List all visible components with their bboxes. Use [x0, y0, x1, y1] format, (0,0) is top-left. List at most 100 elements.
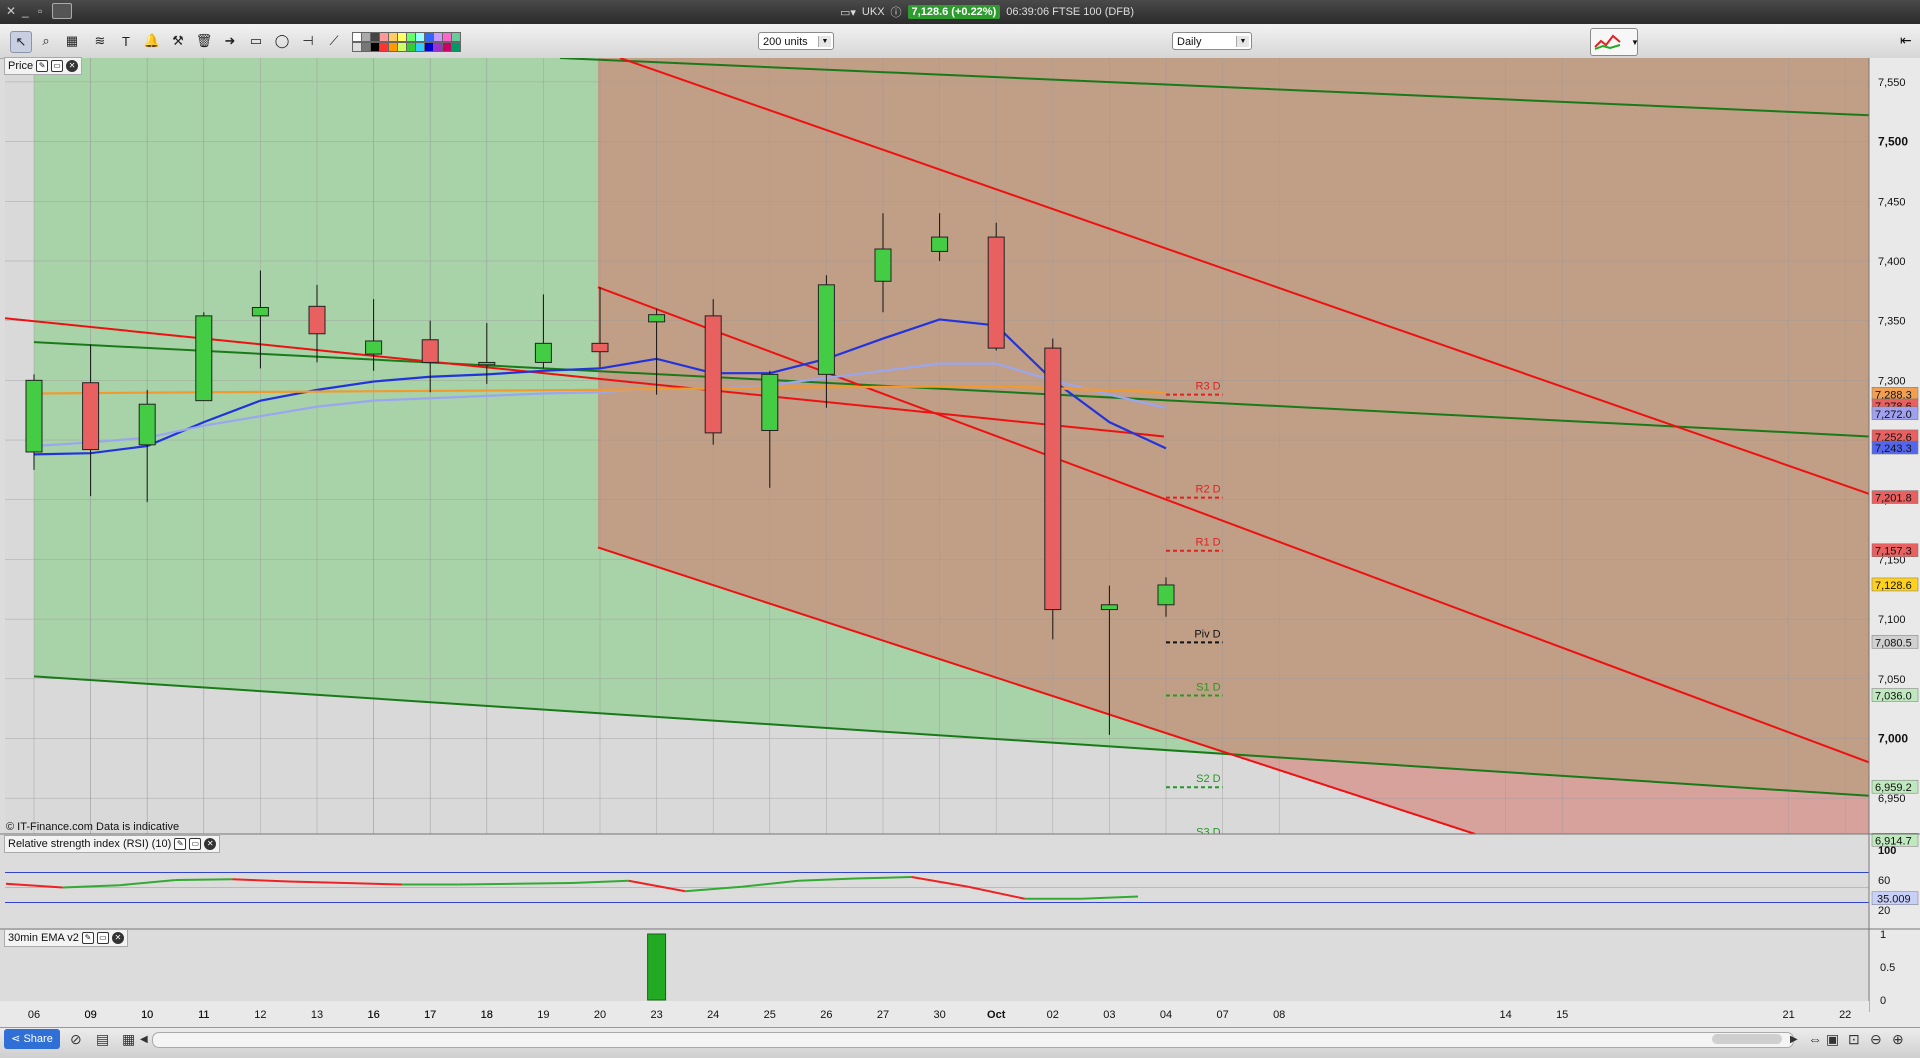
candle-body[interactable] — [138, 403, 156, 446]
price-tick-label: 7,300 — [1878, 375, 1906, 387]
axis-value-label: 7,128.6 — [1875, 580, 1912, 592]
ema-indicator-panel[interactable] — [5, 933, 1869, 1001]
pivot-label: R1 D — [1196, 537, 1221, 549]
candle-body[interactable] — [817, 284, 835, 375]
ema-indicator-bar[interactable] — [647, 933, 667, 1001]
fibonacci-tool-icon[interactable]: ≋ — [90, 31, 110, 51]
price-panel[interactable]: R3 D R2 D R1 D Piv D S1 D S2 D S3 D — [5, 58, 1869, 840]
time-tick-label: 22 — [1839, 1009, 1851, 1021]
interval-select[interactable]: Daily ▼ — [1172, 32, 1252, 50]
candle-body[interactable] — [25, 379, 43, 453]
trend-line-tool-icon[interactable]: ⟋ — [324, 31, 344, 51]
arrow-tool-icon[interactable]: ➜ — [220, 31, 240, 51]
rsi-tick-label: 100 — [1878, 845, 1896, 857]
detach-panel-icon[interactable]: ▭ — [189, 838, 202, 850]
candle-body[interactable] — [308, 305, 326, 335]
candle-body[interactable] — [931, 236, 949, 252]
info-icon[interactable]: ⓘ — [891, 4, 902, 20]
delete-tool-icon[interactable]: 🗑 — [194, 31, 214, 51]
timeline-scrollbar[interactable] — [152, 1032, 1794, 1048]
zoom-tool-icon[interactable]: ⌕ — [36, 31, 56, 51]
price-tick-label: 7,000 — [1878, 731, 1908, 745]
color-swatch[interactable] — [451, 32, 461, 42]
link-icon[interactable]: ⊘ — [70, 1031, 82, 1048]
rsi-segment — [458, 882, 516, 886]
pivot-label: Piv D — [1194, 628, 1220, 640]
pointer-tool-icon[interactable]: ↖ — [10, 31, 32, 53]
zoom-fit-icon[interactable]: ⊡ — [1848, 1031, 1860, 1048]
chart-settings-icon[interactable]: ▣ — [1826, 1031, 1839, 1048]
minimize-window-icon[interactable]: _ — [22, 4, 29, 18]
pivot-label: S1 D — [1196, 682, 1221, 694]
toggle-sidebar-icon[interactable]: ⇤ — [1900, 32, 1912, 49]
detach-panel-icon[interactable]: ▭ — [51, 60, 64, 72]
chart-area[interactable]: R3 D R2 D R1 D Piv D S1 D S2 D S3 D 7,550 7,500… — [0, 58, 1920, 1027]
time-tick-label: 18 — [481, 1009, 493, 1021]
candle-body[interactable] — [82, 382, 100, 451]
share-button[interactable]: ⋖ Share — [4, 1029, 60, 1049]
time-tick-label: 20 — [594, 1009, 606, 1021]
close-window-icon[interactable]: ✕ — [6, 4, 16, 18]
rsi-panel-title: Relative strength index (RSI) (10) — [8, 838, 172, 850]
candle-body[interactable] — [648, 314, 666, 323]
alert-bell-icon[interactable]: 🔔 — [142, 31, 162, 51]
wrench-icon[interactable]: ✎ — [81, 932, 94, 944]
close-panel-icon[interactable]: ✕ — [204, 838, 217, 850]
chevron-down-icon: ▼ — [1236, 36, 1249, 47]
zoom-out-icon[interactable]: ⊖ — [1870, 1031, 1882, 1048]
rectangle-tool-icon[interactable]: ▭ — [246, 31, 266, 51]
wrench-icon[interactable]: ✎ — [36, 60, 49, 72]
ema-panel-title: 30min EMA v2 — [8, 932, 79, 944]
candle-body[interactable] — [195, 315, 213, 402]
hammer-tool-icon[interactable]: ⚒ — [168, 31, 188, 51]
price-tick-label: 7,100 — [1878, 614, 1906, 626]
candle-body[interactable] — [1157, 584, 1175, 606]
axis-value-label: 7,157.3 — [1875, 546, 1912, 558]
time-tick-label: 12 — [254, 1009, 266, 1021]
pivot-label: S2 D — [1196, 773, 1221, 785]
detach-panel-icon[interactable]: ▭ — [96, 932, 109, 944]
candle-body[interactable] — [251, 307, 269, 317]
candle-body[interactable] — [1100, 604, 1118, 611]
scroll-left-icon[interactable]: ◀ — [140, 1034, 148, 1045]
time-tick-label: 17 — [424, 1009, 436, 1021]
candle-body[interactable] — [874, 248, 892, 282]
candle-body[interactable] — [761, 373, 779, 431]
close-panel-icon[interactable]: ✕ — [66, 60, 79, 72]
candle-body[interactable] — [987, 236, 1005, 349]
scroll-right-icon[interactable]: ▶ — [1790, 1034, 1798, 1045]
layout-icon[interactable]: ▤ — [96, 1031, 109, 1048]
ema-panel-label: 30min EMA v2 ✎ ▭ ✕ — [4, 929, 128, 947]
candle-body[interactable] — [591, 342, 609, 353]
price-tick-label: 7,550 — [1878, 77, 1906, 89]
time-tick-label: 10 — [141, 1009, 153, 1021]
chart-properties-icon[interactable]: ▦ — [62, 31, 82, 51]
candle-body[interactable] — [421, 339, 439, 363]
candle-body[interactable] — [534, 342, 552, 363]
toolbar: ↖ ⌕ ▦ ≋ T 🔔 ⚒ 🗑 ➜ ▭ ◯ ⊣ ⟋ 200 units ▼ Da… — [0, 24, 1920, 59]
scrollbar-thumb[interactable] — [1712, 1034, 1782, 1044]
close-panel-icon[interactable]: ✕ — [111, 932, 124, 944]
ellipse-tool-icon[interactable]: ◯ — [272, 31, 292, 51]
copyright-note: © IT-Finance.com Data is indicative — [6, 821, 180, 833]
candle-body[interactable] — [365, 340, 383, 355]
keyboard-icon[interactable] — [52, 3, 72, 19]
text-tool-icon[interactable]: T — [116, 31, 136, 51]
horizontal-line-tool-icon[interactable]: ⊣ — [298, 31, 318, 51]
wrench-icon[interactable]: ✎ — [174, 838, 187, 850]
calendar-icon[interactable]: ▦ — [122, 1031, 135, 1048]
rsi-segment — [175, 878, 233, 881]
units-select[interactable]: 200 units ▼ — [758, 32, 834, 50]
indicators-chevron-icon[interactable]: ▼ — [1631, 38, 1639, 47]
color-swatch[interactable] — [451, 42, 461, 52]
chart-type-icon[interactable]: ▭▾ — [840, 6, 856, 19]
candle-body[interactable] — [704, 315, 722, 434]
rsi-panel[interactable] — [5, 840, 1869, 935]
maximize-window-icon[interactable]: ▫ — [38, 4, 42, 18]
window-title-bar: ✕ _ ▫ ▭▾ UKX ⓘ 7,128.6 (+0.22%) 06:39:06… — [0, 0, 1920, 24]
candle-body[interactable] — [1044, 347, 1062, 611]
zoom-in-icon[interactable]: ⊕ — [1892, 1031, 1904, 1048]
fit-chart-icon[interactable]: ⇔ — [1808, 1031, 1822, 1047]
interval-select-value: Daily — [1177, 36, 1202, 48]
candle-body[interactable] — [478, 361, 496, 366]
